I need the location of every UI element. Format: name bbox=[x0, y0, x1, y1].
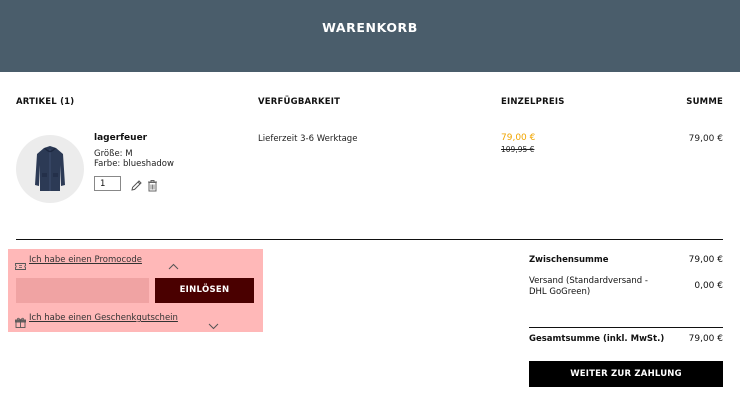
page-header: WARENKORB bbox=[0, 0, 740, 72]
shipping-label-line1: Versand (Standardversand - bbox=[529, 276, 648, 286]
subtotal-value: 79,00 € bbox=[688, 255, 723, 265]
chevron-up-icon[interactable] bbox=[168, 256, 179, 275]
grand-total-label: Gesamtsumme (inkl. MwSt.) bbox=[529, 334, 665, 344]
promo-code-input[interactable] bbox=[16, 278, 149, 303]
redeem-button[interactable]: EINLÖSEN bbox=[155, 278, 254, 303]
shipping-value: 0,00 € bbox=[694, 281, 723, 291]
grand-total-value: 79,00 € bbox=[688, 334, 723, 344]
shipping-label-line2: DHL GoGreen) bbox=[529, 287, 591, 297]
sale-price: 79,00 € bbox=[501, 133, 536, 143]
column-header-article: ARTIKEL (1) bbox=[16, 97, 75, 107]
totals-divider bbox=[529, 327, 723, 328]
promo-code-link[interactable]: Ich habe einen Promocode bbox=[29, 255, 142, 265]
trash-icon[interactable] bbox=[146, 177, 159, 192]
pencil-icon[interactable] bbox=[130, 177, 143, 191]
line-total: 79,00 € bbox=[688, 134, 723, 144]
product-image[interactable] bbox=[16, 135, 84, 203]
product-size: Größe: M bbox=[94, 149, 133, 159]
jacket-image bbox=[35, 146, 65, 191]
gift-icon bbox=[15, 313, 26, 332]
product-name[interactable]: lagerfeuer bbox=[94, 133, 147, 143]
page-title: WARENKORB bbox=[322, 20, 418, 35]
column-header-unit-price: EINZELPREIS bbox=[501, 97, 565, 107]
original-price: 109,95 € bbox=[501, 145, 535, 154]
product-color: Farbe: blueshadow bbox=[94, 159, 174, 169]
chevron-down-icon[interactable] bbox=[208, 315, 219, 334]
section-divider bbox=[16, 239, 723, 240]
ticket-icon bbox=[15, 256, 26, 275]
quantity-input[interactable] bbox=[94, 176, 121, 191]
column-header-availability: VERFÜGBARKEIT bbox=[258, 97, 341, 107]
checkout-button[interactable]: WEITER ZUR ZAHLUNG bbox=[529, 361, 723, 387]
column-header-total: SUMME bbox=[686, 97, 723, 107]
availability-text: Lieferzeit 3-6 Werktage bbox=[258, 134, 358, 144]
subtotal-label: Zwischensumme bbox=[529, 255, 609, 265]
gift-voucher-link[interactable]: Ich habe einen Geschenkgutschein bbox=[29, 313, 178, 323]
